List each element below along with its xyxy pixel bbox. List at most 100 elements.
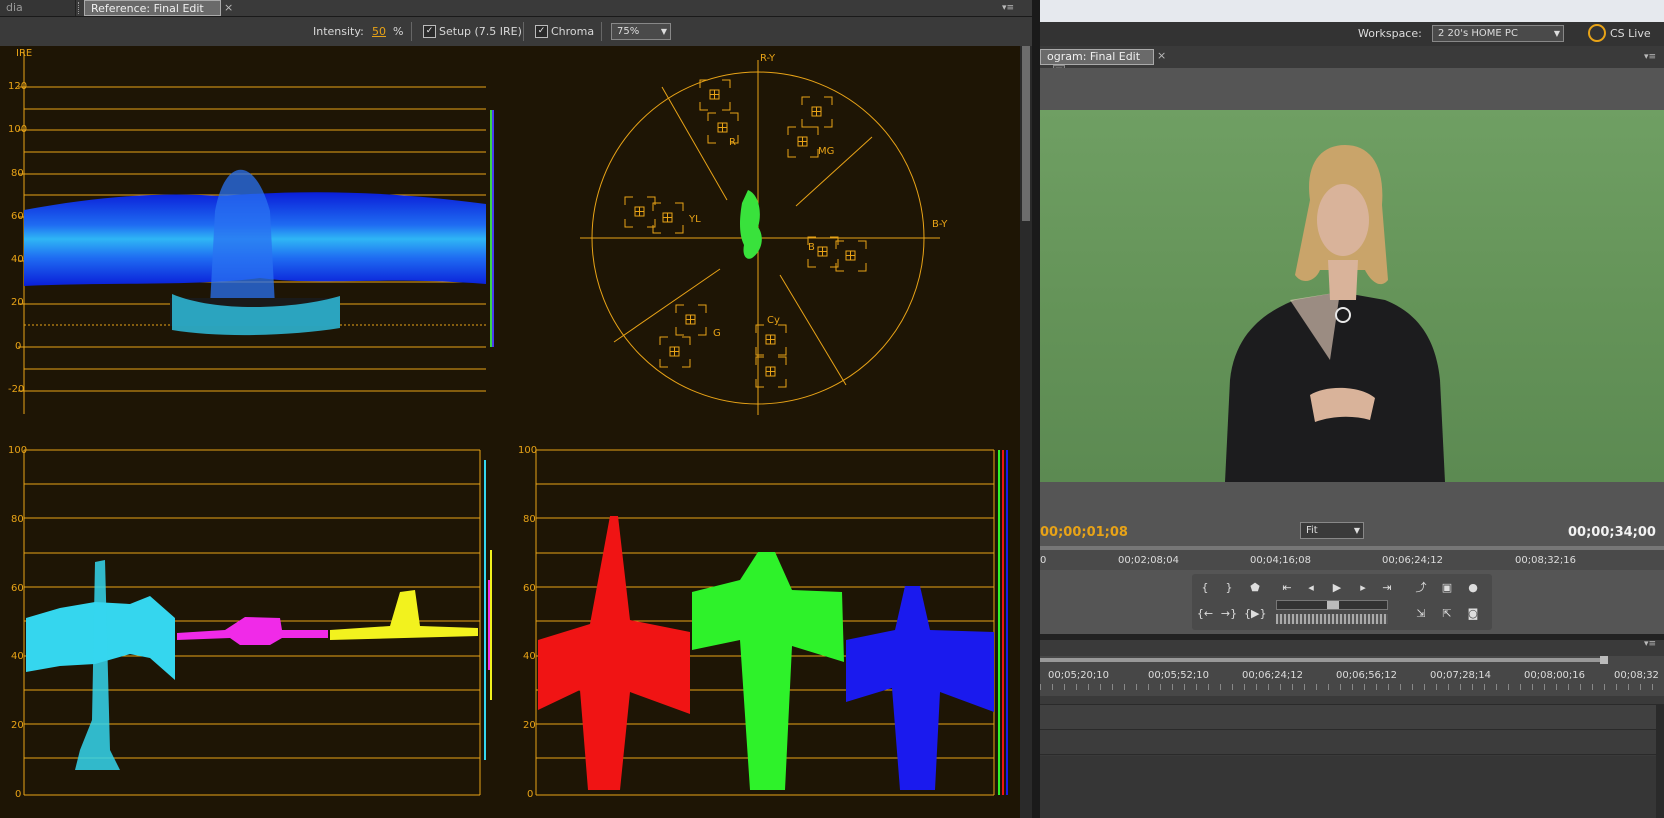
rgb-parade-scope	[535, 449, 1008, 796]
ruler-label: 00;05;52;10	[1148, 670, 1210, 681]
camera-icon[interactable]: ◙	[1462, 604, 1484, 624]
intensity-value[interactable]: 50	[372, 17, 386, 46]
setup-checkbox[interactable]: ✓ Setup (7.5 IRE)	[423, 17, 522, 46]
mark-out-icon[interactable]: }	[1218, 578, 1240, 598]
panel-divider[interactable]	[1032, 0, 1040, 818]
timeline-ruler[interactable]: 00;05;20;10 00;05;52;10 00;06;24;12 00;0…	[1040, 656, 1664, 696]
step-forward-icon[interactable]: ▸	[1352, 578, 1374, 598]
play-icon[interactable]: ▶	[1326, 578, 1348, 598]
timeline-track[interactable]	[1040, 730, 1664, 755]
trim-icon[interactable]: ⇱	[1436, 604, 1458, 624]
safe-margins-icon[interactable]: ▣	[1436, 578, 1458, 598]
rgb-tick-label: 40	[523, 651, 536, 662]
vectorscope-label-mg: MG	[818, 146, 835, 157]
timeline-track[interactable]	[1040, 756, 1664, 818]
tab-media-browser[interactable]: dia Browser	[0, 0, 76, 30]
intensity-unit: %	[393, 25, 404, 38]
panel-menu-icon[interactable]: ▾≡	[1642, 638, 1658, 650]
rgb-tick-label: 60	[523, 583, 536, 594]
go-to-out-icon[interactable]: ⇥	[1376, 578, 1398, 598]
tab-label: Reference: Final Edit	[91, 2, 204, 15]
vectorscope-label-cy: Cy	[767, 315, 780, 326]
waveform-scope	[18, 51, 494, 414]
toolbar-divider	[411, 22, 412, 41]
program-time-ruler[interactable]: 0 00;02;08;04 00;04;16;08 00;06;24;12 00…	[1040, 546, 1664, 570]
waveform-tick-label: 60	[11, 211, 24, 222]
ruler-label: 00;06;24;12	[1242, 670, 1304, 681]
extract-icon[interactable]: ⇲	[1410, 604, 1432, 624]
timeline-track[interactable]	[1040, 704, 1664, 730]
vectorscope-trace	[740, 190, 762, 259]
window-top-strip	[1040, 0, 1664, 22]
go-to-previous-edit-icon[interactable]: {←	[1194, 604, 1216, 624]
chevron-down-icon: ▼	[1553, 29, 1560, 38]
ycbcr-tick-label: 20	[11, 720, 24, 731]
vectorscope-label-g: G	[713, 328, 721, 339]
ruler-label: 00;08;32;16	[1515, 555, 1577, 566]
transport-controls: { } ⬟ ⇤ ◂ ▶ ▸ ⇥ ⤴ ▣ ● {← →} {▶} ⇲ ⇱ ◙	[1192, 574, 1492, 630]
ruler-bar	[1040, 546, 1664, 550]
waveform-tick-label: 40	[11, 254, 24, 265]
waveform-tick-label: 80	[11, 168, 24, 179]
step-back-icon[interactable]: ◂	[1300, 578, 1322, 598]
timeline-panel: ▾≡ 00;05;20;10 00;05;52;10 00;06;24;12 0…	[1040, 634, 1664, 818]
timeline-header-gap	[1040, 634, 1664, 640]
marker-icon[interactable]: ⬟	[1244, 578, 1266, 598]
cslive-icon[interactable]	[1588, 24, 1606, 42]
panel-menu-icon[interactable]: ▾≡	[1642, 51, 1658, 63]
setup-label: Setup (7.5 IRE)	[439, 25, 522, 38]
ruler-label: 00;08;32	[1614, 670, 1659, 681]
ruler-label: 00;05;20;10	[1048, 670, 1110, 681]
timeline-zoom-bar[interactable]	[1040, 658, 1600, 662]
vectorscope-label-ry: R-Y	[760, 53, 776, 64]
ycbcr-tick-label: 80	[11, 514, 24, 525]
panel-menu-icon[interactable]: ▾≡	[1000, 2, 1016, 14]
tab-reference-final-edit[interactable]: Reference: Final Edit▼	[84, 0, 221, 31]
go-to-next-edit-icon[interactable]: →}	[1218, 604, 1240, 624]
close-icon[interactable]: ×	[224, 1, 233, 14]
vectorscope-label-b: B	[808, 242, 815, 253]
vectorscope-label-r: R	[729, 137, 736, 148]
toolbar-divider	[601, 22, 602, 41]
play-in-to-out-icon[interactable]: {▶}	[1244, 604, 1266, 624]
waveform-tick-label: 120	[8, 81, 28, 92]
vectorscope	[580, 60, 940, 415]
chroma-checkbox[interactable]: ✓ Chroma	[535, 17, 594, 46]
reference-scrollbar-thumb[interactable]	[1022, 46, 1030, 221]
ruler-label: 00;06;56;12	[1336, 670, 1398, 681]
timeline-zoom-handle[interactable]	[1600, 656, 1608, 664]
ruler-label: 0	[1040, 555, 1047, 566]
toolbar-divider	[523, 22, 524, 41]
go-to-in-icon[interactable]: ⇤	[1276, 578, 1298, 598]
fit-select[interactable]: Fit ▼	[1300, 522, 1364, 539]
vectorscope-label-yl: YL	[689, 214, 701, 225]
shuttle-handle[interactable]	[1327, 601, 1339, 609]
workspace-select[interactable]: 2 20's HOME PC ▼	[1432, 25, 1564, 42]
current-timecode[interactable]: 00;00;01;08	[1040, 525, 1128, 540]
jog-wheel[interactable]	[1276, 614, 1388, 624]
intensity-label: Intensity:	[313, 25, 364, 38]
ruler-label: 00;07;28;14	[1430, 670, 1492, 681]
checkmark-icon: ✓	[535, 24, 548, 38]
tab-label: ogram: Final Edit	[1047, 50, 1141, 63]
tab-program-final-edit[interactable]: ogram: Final Edit▼	[1040, 49, 1154, 77]
shuttle-slider[interactable]	[1276, 600, 1388, 610]
waveform-tick-label: 0	[15, 341, 22, 352]
chevron-down-icon: ▼	[1353, 526, 1360, 535]
mark-in-icon[interactable]: {	[1194, 578, 1216, 598]
chevron-down-icon: ▼	[660, 27, 667, 36]
program-video-frame[interactable]	[1040, 110, 1664, 482]
cslive-label[interactable]: CS Live	[1610, 27, 1651, 40]
fit-value: Fit	[1306, 525, 1318, 536]
output-icon[interactable]: ●	[1462, 578, 1484, 598]
tab-grip[interactable]	[78, 2, 82, 14]
waveform-tick-label: 100	[8, 124, 28, 135]
ruler-label: 00;08;00;16	[1524, 670, 1586, 681]
close-icon[interactable]: ×	[1157, 49, 1166, 62]
ycbcr-tick-label: 40	[11, 651, 24, 662]
checkmark-icon: ✓	[423, 24, 436, 38]
ruler-label: 00;02;08;04	[1118, 555, 1180, 566]
zoom-select[interactable]: 75% ▼	[611, 23, 671, 40]
timeline-scrollbar[interactable]	[1656, 704, 1664, 818]
lift-icon[interactable]: ⤴	[1410, 578, 1432, 598]
